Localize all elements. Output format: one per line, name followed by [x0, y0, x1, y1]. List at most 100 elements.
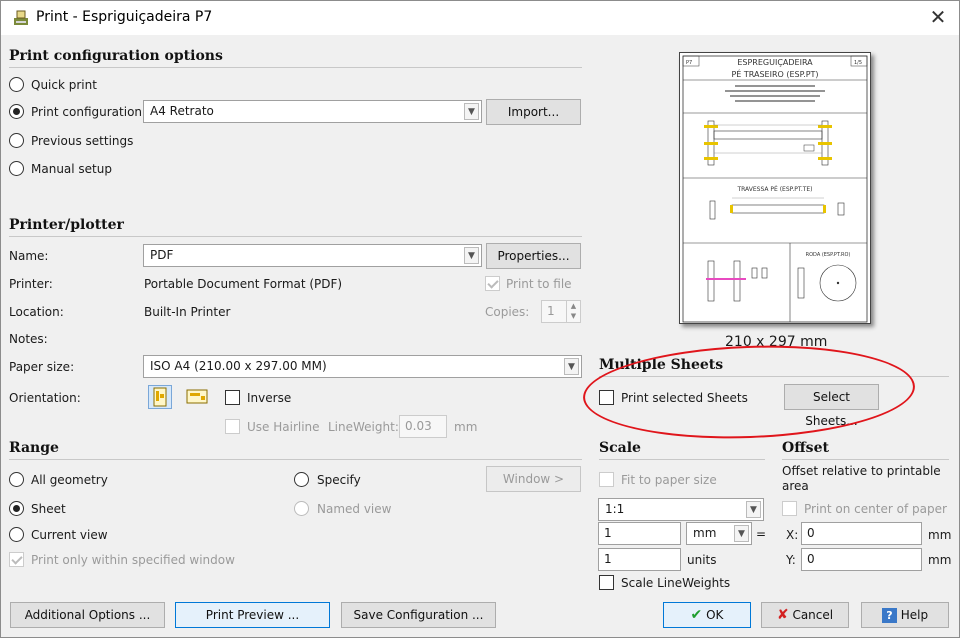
- name-label: Name:: [9, 249, 49, 263]
- specify-label: Specify: [317, 473, 361, 487]
- print-preview-button[interactable]: Print Preview ...: [175, 602, 330, 628]
- previous-settings-label: Previous settings: [31, 134, 134, 148]
- named-view-label: Named view: [317, 502, 392, 516]
- scale-mm-input[interactable]: 1: [598, 522, 681, 545]
- offset-description: Offset relative to printable area: [782, 464, 941, 493]
- preview-travessa-label: TRAVESSA PÉ (ESP.PT.TE): [736, 185, 812, 193]
- cancel-button[interactable]: ✘ Cancel: [761, 602, 849, 628]
- help-button[interactable]: ? Help: [861, 602, 949, 628]
- configuration-value: A4 Retrato: [150, 104, 214, 118]
- print-center-label: Print on center of paper: [804, 502, 947, 516]
- lineweight-input[interactable]: 0.03: [399, 415, 447, 438]
- preview-roda-label: RODA (ESP.PT.RO): [806, 252, 851, 258]
- quick-print-radio[interactable]: [9, 77, 24, 92]
- import-button[interactable]: Import...: [486, 99, 581, 125]
- printer-name-value: PDF: [150, 248, 174, 262]
- sheet-code: P7: [686, 60, 692, 66]
- offset-heading: Offset: [782, 440, 829, 456]
- all-geometry-label: All geometry: [31, 473, 108, 487]
- current-view-radio[interactable]: [9, 527, 24, 542]
- preview-title-2: PÉ TRASEIRO (ESP.PT): [731, 68, 818, 79]
- scale-heading: Scale: [599, 440, 641, 456]
- scale-units-input[interactable]: 1: [598, 548, 681, 571]
- location-label: Location:: [9, 305, 64, 319]
- additional-options-button[interactable]: Additional Options ...: [10, 602, 165, 628]
- lineweight-label: LineWeight:: [328, 420, 399, 434]
- help-icon: ?: [881, 608, 897, 623]
- scale-unit-value: mm: [693, 526, 717, 540]
- configuration-select[interactable]: A4 Retrato ▼: [143, 100, 482, 123]
- cancel-label: Cancel: [792, 608, 834, 622]
- inverse-checkbox[interactable]: [225, 390, 240, 405]
- printer-label: Printer:: [9, 277, 53, 291]
- scale-ratio-select[interactable]: 1:1 ▼: [598, 498, 764, 521]
- print-config-heading: Print configuration options: [9, 48, 223, 64]
- help-label: Help: [900, 608, 929, 622]
- previous-settings-radio[interactable]: [9, 133, 24, 148]
- chevron-down-icon[interactable]: ▼: [464, 247, 479, 264]
- print-configuration-radio[interactable]: [9, 104, 24, 119]
- save-configuration-button[interactable]: Save Configuration ...: [341, 602, 496, 628]
- fit-to-paper-checkbox[interactable]: [599, 472, 614, 487]
- manual-setup-radio[interactable]: [9, 161, 24, 176]
- sheet-radio[interactable]: [9, 501, 24, 516]
- scale-equals: =: [756, 527, 767, 541]
- landscape-orientation-button[interactable]: [185, 385, 209, 409]
- scale-unit-select[interactable]: mm ▼: [686, 522, 752, 545]
- chevron-down-icon[interactable]: ▼: [746, 501, 761, 518]
- paper-size-select[interactable]: ISO A4 (210.00 x 297.00 MM) ▼: [143, 355, 582, 378]
- copies-label: Copies:: [485, 305, 530, 319]
- only-within-window-checkbox[interactable]: [9, 552, 24, 567]
- printer-value: Portable Document Format (PDF): [144, 277, 343, 291]
- copies-value: 1: [547, 304, 555, 318]
- chevron-down-icon[interactable]: ▼: [464, 103, 479, 120]
- fit-to-paper-label: Fit to paper size: [621, 473, 717, 487]
- ok-button[interactable]: ✔ OK: [663, 602, 751, 628]
- printer-heading: Printer/plotter: [9, 217, 124, 233]
- chevron-down-icon[interactable]: ▼: [734, 525, 749, 542]
- divider: [9, 459, 582, 460]
- offset-y-input[interactable]: 0: [801, 548, 922, 571]
- window-button[interactable]: Window >: [486, 466, 581, 492]
- landscape-icon: [186, 389, 208, 404]
- portrait-orientation-button[interactable]: [148, 385, 172, 409]
- scale-units-value: 1: [604, 552, 612, 566]
- print-dialog: Print - Espriguiçadeira P7 ✕ Print confi…: [0, 0, 960, 638]
- preview-title-1: ESPREGUIÇADEIRA: [737, 58, 813, 67]
- offset-y-unit: mm: [928, 553, 952, 567]
- use-hairline-checkbox[interactable]: [225, 419, 240, 434]
- divider: [9, 236, 582, 237]
- use-hairline-label: Use Hairline: [247, 420, 320, 434]
- only-within-window-label: Print only within specified window: [31, 553, 235, 567]
- print-center-checkbox[interactable]: [782, 501, 797, 516]
- offset-x-input[interactable]: 0: [801, 522, 922, 545]
- all-geometry-radio[interactable]: [9, 472, 24, 487]
- orientation-label: Orientation:: [9, 391, 81, 405]
- divider: [599, 459, 765, 460]
- printer-name-select[interactable]: PDF ▼: [143, 244, 482, 267]
- offset-x-unit: mm: [928, 528, 952, 542]
- stepper-icon[interactable]: ▲ ▼: [566, 301, 580, 322]
- specify-radio[interactable]: [294, 472, 309, 487]
- sheet-label: Sheet: [31, 502, 66, 516]
- close-icon[interactable]: ✕: [923, 4, 953, 30]
- chevron-down-icon[interactable]: ▼: [564, 358, 579, 375]
- lineweight-value: 0.03: [405, 419, 432, 433]
- print-to-file-checkbox[interactable]: [485, 276, 500, 291]
- notes-label: Notes:: [9, 332, 48, 346]
- sheet-preview: P7 1/5 ESPREGUIÇADEIRA PÉ TRASEIRO (ESP.…: [679, 52, 871, 324]
- quick-print-label: Quick print: [31, 78, 97, 92]
- window-title: Print - Espriguiçadeira P7: [36, 9, 213, 25]
- location-value: Built-In Printer: [144, 305, 231, 319]
- cross-icon: ✘: [776, 607, 789, 623]
- divider: [9, 67, 582, 68]
- manual-setup-label: Manual setup: [31, 162, 112, 176]
- scale-lineweights-checkbox[interactable]: [599, 575, 614, 590]
- named-view-radio[interactable]: [294, 501, 309, 516]
- copies-input[interactable]: 1 ▲ ▼: [541, 300, 581, 323]
- scale-ratio-value: 1:1: [605, 502, 625, 516]
- properties-button[interactable]: Properties...: [486, 243, 581, 269]
- range-heading: Range: [9, 440, 59, 456]
- checkmark-icon: ✔: [690, 607, 703, 623]
- scale-lineweights-label: Scale LineWeights: [621, 576, 731, 590]
